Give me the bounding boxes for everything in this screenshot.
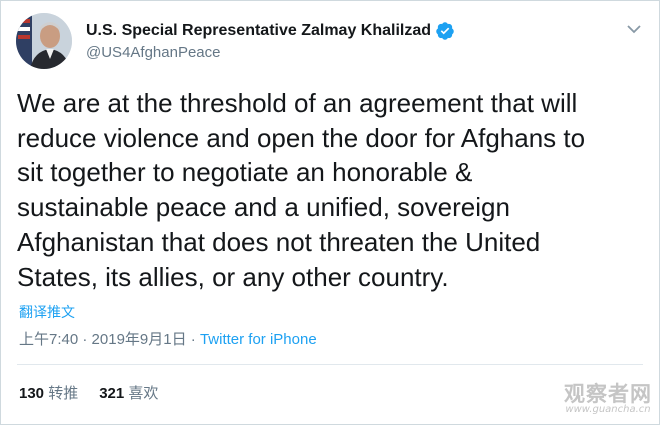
meta-separator: ·	[78, 331, 92, 348]
divider	[17, 364, 643, 365]
retweets-stat[interactable]: 130 转推	[19, 382, 78, 403]
likes-count: 321	[99, 385, 125, 402]
retweets-label: 转推	[48, 385, 79, 402]
tweet-meta: 上午7:40 · 2019年9月1日 · Twitter for iPhone	[19, 328, 317, 349]
display-name[interactable]: U.S. Special Representative Zalmay Khali…	[86, 22, 431, 40]
tweet-date[interactable]: 2019年9月1日	[92, 331, 187, 348]
likes-stat[interactable]: 321 喜欢	[99, 382, 158, 403]
tweet-time[interactable]: 上午7:40	[19, 331, 78, 348]
translate-tweet-link[interactable]: 翻译推文	[19, 302, 75, 322]
tweet-text: We are at the threshold of an agreement …	[17, 88, 586, 292]
tweet-stats: 130 转推 321 喜欢	[19, 382, 179, 403]
avatar-image	[16, 13, 72, 69]
avatar[interactable]	[16, 13, 72, 69]
handle[interactable]: @US4AfghanPeace	[86, 44, 220, 61]
meta-separator: ·	[186, 331, 200, 348]
watermark-url: www.guancha.cn	[565, 404, 651, 415]
verified-badge-icon	[436, 22, 454, 40]
retweets-count: 130	[19, 385, 45, 402]
tweet-source-link[interactable]: Twitter for iPhone	[200, 331, 317, 348]
author-name-row[interactable]: U.S. Special Representative Zalmay Khali…	[86, 20, 455, 42]
likes-label: 喜欢	[128, 385, 159, 402]
chevron-down-icon[interactable]	[624, 21, 644, 37]
